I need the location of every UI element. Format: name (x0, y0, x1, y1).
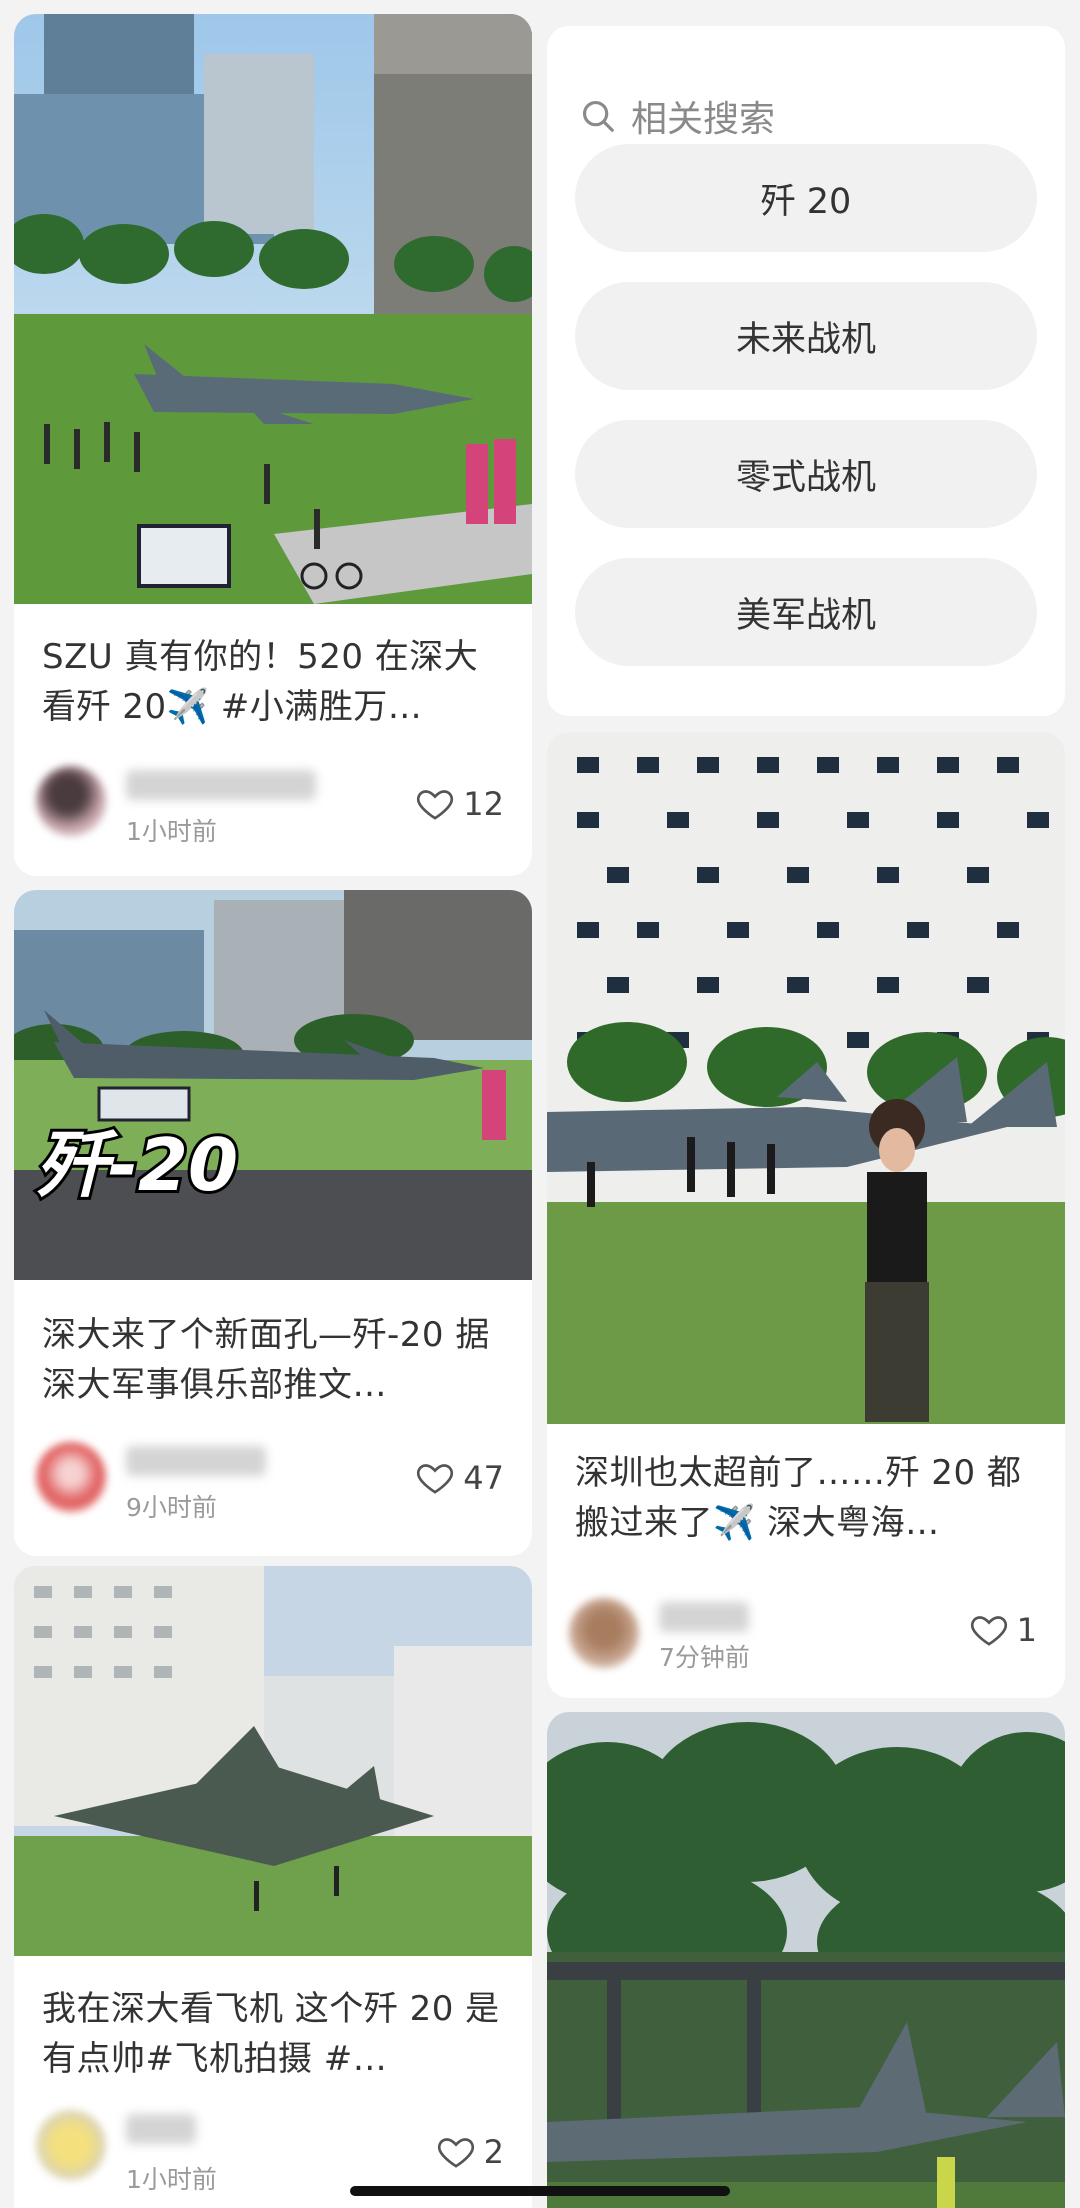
note-title[interactable]: 深圳也太超前了……歼 20 都搬过来了✈️ 深大粤海… (575, 1448, 1037, 1548)
cover-overlay-text: 歼-20 (36, 1123, 238, 1207)
like-button[interactable]: 12 (415, 784, 504, 824)
note-cover-image[interactable] (14, 14, 532, 604)
heart-icon (417, 1464, 454, 1494)
feed: SZU 真有你的！520 在深大看歼 20✈️ #小满胜万… 1小时前 12 歼… (0, 0, 1080, 2208)
post-time: 9小时前 (126, 1493, 217, 1522)
related-search-chip[interactable]: 未来战机 (575, 282, 1037, 390)
author-avatar[interactable] (36, 766, 106, 836)
heart-icon (437, 2138, 474, 2168)
related-search-chip[interactable]: 美军战机 (575, 558, 1037, 666)
like-count: 12 (463, 785, 504, 823)
note-title[interactable]: 深大来了个新面孔—歼-20 据深大军事俱乐部推文… (42, 1310, 504, 1410)
note-card[interactable]: 歼-20 深大来了个新面孔—歼-20 据深大军事俱乐部推文… 9小时前 47 (14, 890, 532, 1556)
author-avatar[interactable] (36, 2110, 106, 2180)
like-count: 47 (463, 1459, 504, 1497)
note-card[interactable]: 深圳也太超前了……歼 20 都搬过来了✈️ 深大粤海… 7分钟前 1 (547, 732, 1065, 1698)
note-cover-image[interactable] (547, 1712, 1065, 2208)
heart-icon (970, 1616, 1007, 1646)
author-name-blurred[interactable] (126, 770, 316, 800)
author-name-blurred[interactable] (126, 1446, 266, 1476)
related-search-chip[interactable]: 歼 20 (575, 144, 1037, 252)
note-title[interactable]: 我在深大看飞机 这个歼 20 是有点帅#飞机拍摄 #… (42, 1984, 504, 2084)
related-searches-title: 相关搜索 (631, 99, 776, 140)
note-card[interactable]: SZU 真有你的！520 在深大看歼 20✈️ #小满胜万… 1小时前 12 (14, 14, 532, 876)
related-search-chip[interactable]: 零式战机 (575, 420, 1037, 528)
note-cover-image[interactable] (547, 732, 1065, 1424)
like-button[interactable]: 2 (436, 2132, 504, 2172)
post-time: 7分钟前 (659, 1643, 750, 1672)
home-indicator[interactable] (350, 2186, 730, 2196)
author-name-blurred[interactable] (659, 1602, 749, 1632)
search-icon (582, 100, 614, 132)
note-title[interactable]: SZU 真有你的！520 在深大看歼 20✈️ #小满胜万… (42, 632, 504, 732)
author-avatar[interactable] (569, 1598, 639, 1668)
author-name-blurred[interactable] (126, 2114, 196, 2144)
heart-icon (417, 790, 454, 820)
like-count: 2 (483, 2133, 504, 2171)
note-card[interactable]: 我在深大看飞机 这个歼 20 是有点帅#飞机拍摄 #… 1小时前 2 (14, 1566, 532, 2208)
related-searches-card: 相关搜索 歼 20 未来战机 零式战机 美军战机 (547, 26, 1065, 716)
post-time: 1小时前 (126, 817, 217, 846)
like-button[interactable]: 47 (415, 1458, 504, 1498)
author-avatar[interactable] (36, 1442, 106, 1512)
post-time: 1小时前 (126, 2165, 217, 2194)
related-searches-header: 相关搜索 (579, 90, 775, 142)
like-button[interactable]: 1 (969, 1610, 1037, 1650)
like-count: 1 (1016, 1611, 1037, 1649)
note-cover-image[interactable]: 歼-20 (14, 890, 532, 1280)
note-cover-image[interactable] (14, 1566, 532, 1956)
note-card[interactable] (547, 1712, 1065, 2208)
